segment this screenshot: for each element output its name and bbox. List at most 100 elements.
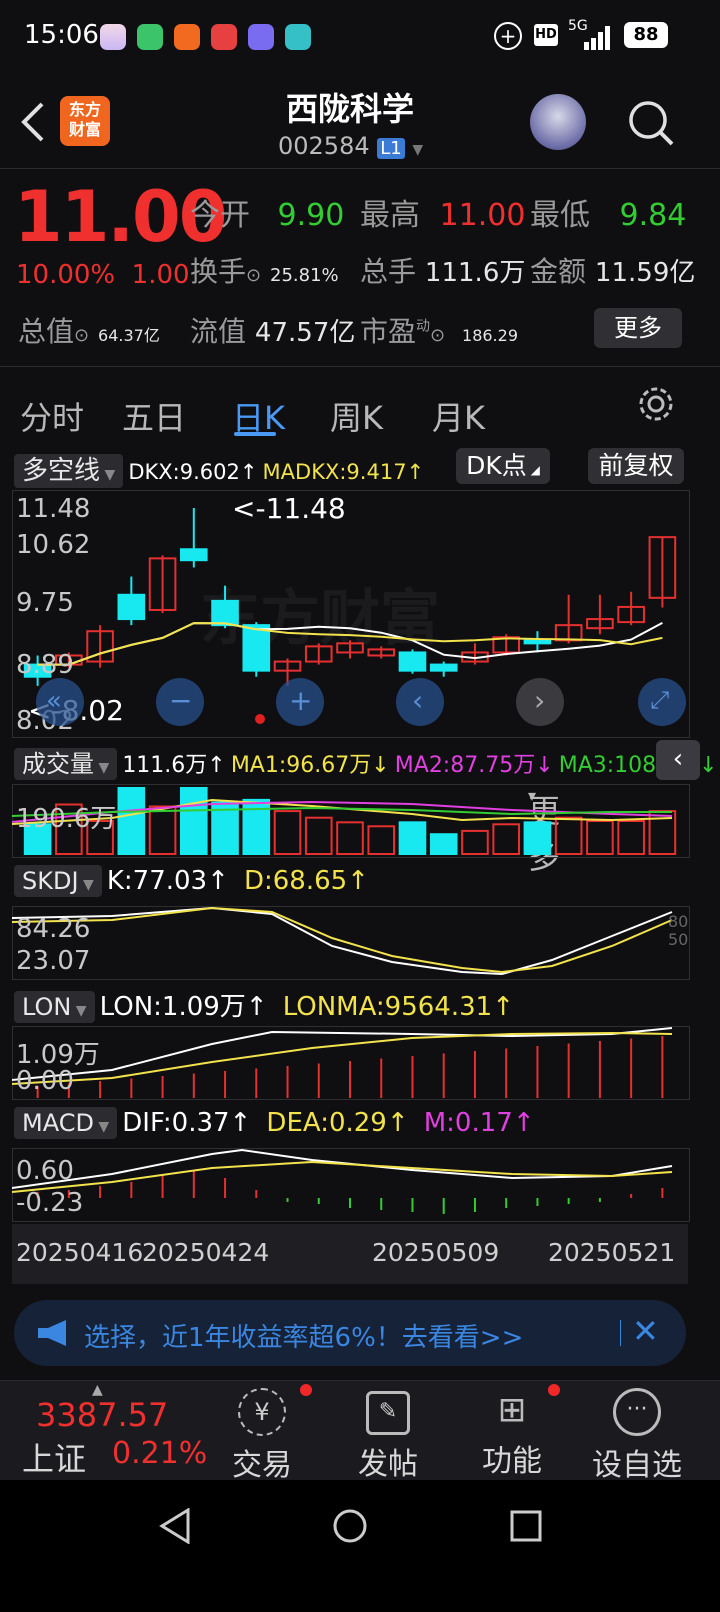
candle: [398, 651, 427, 672]
step-left-button[interactable]: ‹: [396, 678, 444, 726]
mktcap-value: 64.37亿: [98, 326, 160, 345]
robot-avatar-icon[interactable]: [530, 94, 586, 150]
index-value[interactable]: 3387.57: [36, 1396, 168, 1434]
high-field: 最高 11.00: [360, 190, 525, 234]
float-field: 流值 47.57亿: [190, 310, 355, 350]
info-icon: ⊙: [430, 325, 446, 346]
skdj-indicator-select[interactable]: SKDJ ▼: [14, 865, 102, 897]
zoom-out-button[interactable]: −: [156, 678, 204, 726]
tab-weekly-k[interactable]: 周K: [330, 393, 383, 439]
trade-badge: [300, 1384, 312, 1396]
date-tick-4: 20250521: [548, 1238, 676, 1267]
fullscreen-button[interactable]: ⤢: [638, 678, 686, 726]
dropdown-icon: ▼: [412, 142, 424, 158]
features-badge: [548, 1384, 560, 1396]
lon-indicator-select[interactable]: LON ▼: [14, 991, 95, 1023]
stock-title: 西陇科学: [285, 90, 414, 128]
more-dots-icon: ···: [613, 1388, 661, 1436]
search-icon[interactable]: [626, 98, 676, 148]
tab-minute[interactable]: 分时: [20, 393, 84, 439]
volume-bar: [367, 825, 396, 855]
vol-ma1: MA1:96.67万↓: [230, 753, 390, 778]
change-row: 10.00% 1.00: [16, 260, 190, 290]
index-pct: 0.21%: [112, 1436, 208, 1471]
header-divider: [0, 168, 720, 169]
mail-app-icon: [100, 24, 126, 50]
tab-five-day[interactable]: 五日: [122, 393, 186, 439]
macd-m: M:0.17↑: [423, 1108, 535, 1138]
post-button[interactable]: ✎ 发帖: [348, 1388, 428, 1483]
amount-label: 金额: [530, 255, 587, 288]
level-badge: L1: [377, 138, 405, 159]
lon-value: LON:1.09万↑: [99, 992, 268, 1022]
y-tick-1: 11.48: [16, 494, 91, 524]
zoom-in-button[interactable]: +: [276, 678, 324, 726]
dk-point-button[interactable]: DK点 ◢: [456, 448, 550, 484]
index-name: 上证: [22, 1440, 87, 1478]
change-value: 1.00: [131, 260, 190, 290]
skdj-chart[interactable]: [12, 906, 688, 978]
quote-divider: [0, 366, 720, 367]
volume-field: 总手 111.6万: [360, 250, 525, 290]
high-label: 最高: [360, 198, 420, 233]
vol-value: 111.6万↑: [122, 753, 226, 778]
pan-left-fast-button[interactable]: «: [36, 678, 84, 726]
close-icon[interactable]: ✕: [632, 1312, 659, 1350]
nav-home-icon[interactable]: [332, 1508, 368, 1544]
macd-dif: DIF:0.37↑: [122, 1108, 252, 1138]
add-circle-icon: +: [494, 22, 522, 50]
skdj-d-line: [12, 906, 673, 974]
info-icon: ⊙: [74, 325, 90, 346]
step-right-button[interactable]: ›: [516, 678, 564, 726]
send-app-icon: [174, 24, 201, 50]
collapse-indicator-button[interactable]: ‹: [656, 740, 700, 780]
adjust-button[interactable]: 前复权: [588, 448, 684, 484]
volume-bar: [180, 787, 208, 855]
candle: [429, 663, 458, 672]
status-time: 15:06: [24, 20, 99, 50]
chat-app-icon: [137, 24, 164, 50]
nav-recents-icon[interactable]: [508, 1508, 544, 1544]
banner-divider: [620, 1320, 621, 1346]
stock-code-row[interactable]: 002584 L1 ▼: [278, 132, 423, 160]
marker-dot: [255, 714, 265, 724]
skdj-right-tick-1: 80: [668, 912, 689, 931]
edit-icon: ✎: [366, 1391, 410, 1435]
lon-tick-2: 0.00: [16, 1066, 74, 1096]
trade-label: 交易: [232, 1448, 292, 1483]
open-value: 9.90: [277, 198, 345, 233]
date-tick-2: 20250424: [142, 1238, 270, 1267]
pe-value: 186.29: [462, 326, 518, 345]
candle: [117, 593, 146, 621]
volume-bar: [617, 820, 645, 855]
macd-chart[interactable]: [12, 1148, 688, 1220]
change-pct: 10.00%: [16, 260, 116, 290]
nav-back-icon[interactable]: [158, 1508, 194, 1544]
active-tab-indicator: [234, 432, 276, 436]
features-button[interactable]: ⊞ 功能: [472, 1388, 552, 1480]
volume-bar: [148, 805, 177, 855]
low-label: 最低: [530, 198, 590, 233]
volume-bar: [398, 821, 427, 855]
volume-indicator-select[interactable]: 成交量 ▼: [14, 748, 118, 780]
lonma-line: [12, 1031, 673, 1085]
info-icon: ⊙: [246, 265, 262, 286]
banner-text[interactable]: 选择，近1年收益率超6%！去看看>>: [84, 1317, 523, 1354]
turnover-label: 换手: [190, 255, 247, 288]
float-value: 47.57亿: [254, 318, 356, 348]
madkx-value: MADKX:9.417↑: [262, 460, 425, 484]
tomato-app-icon: [211, 24, 238, 50]
tab-monthly-k[interactable]: 月K: [432, 393, 485, 439]
low-field: 最低 9.84: [530, 190, 686, 234]
trade-button[interactable]: ¥ 交易: [222, 1388, 302, 1484]
macd-dea: DEA:0.29↑: [266, 1108, 409, 1138]
kline-indicator-select[interactable]: 多空线 ▼: [14, 454, 124, 488]
more-quote-button[interactable]: 更多: [594, 308, 682, 348]
dkx-value: DKX:9.602↑: [128, 460, 258, 484]
macd-indicator-select[interactable]: MACD ▼: [14, 1107, 118, 1139]
lon-indicator-row: LON ▼ LON:1.09万↑ LONMA:9564.31↑: [14, 986, 514, 1023]
gear-icon[interactable]: [636, 384, 676, 424]
lon-chart[interactable]: [12, 1026, 688, 1098]
skdj-k: K:77.03↑: [106, 866, 229, 896]
add-watchlist-button[interactable]: ··· 设自选: [584, 1388, 690, 1484]
